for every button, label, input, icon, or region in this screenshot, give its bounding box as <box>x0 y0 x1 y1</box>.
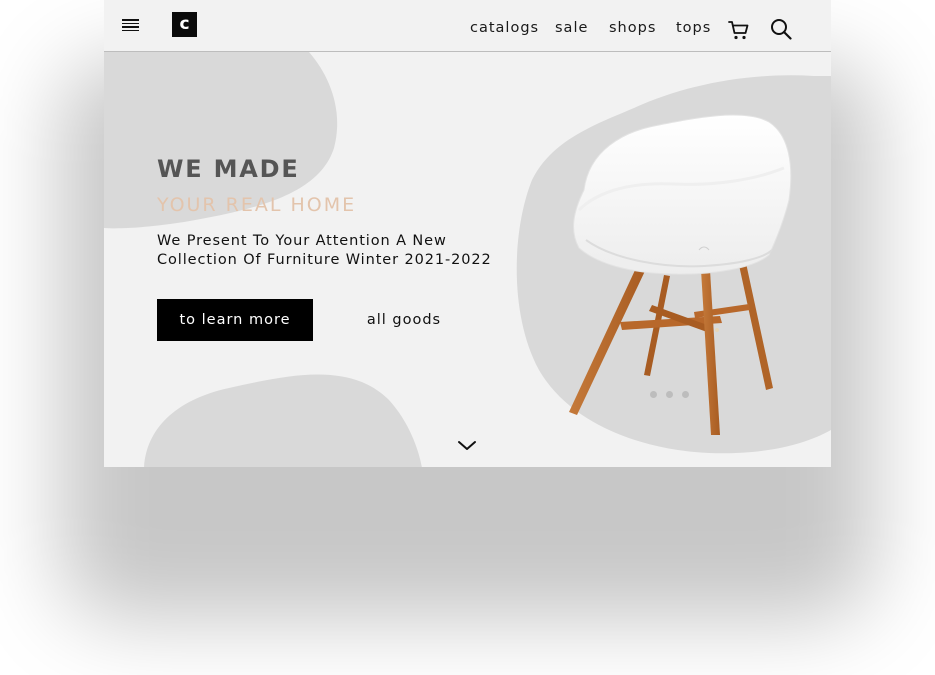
slider-dot-1[interactable] <box>650 391 657 398</box>
nav-link-sale[interactable]: sale <box>555 19 588 37</box>
all-goods-button[interactable]: all goods <box>334 299 474 341</box>
blob-bottom-left <box>144 374 422 467</box>
search-icon[interactable] <box>770 18 792 40</box>
chevron-down-icon[interactable] <box>457 440 477 452</box>
top-navigation-bar: c catalogs sale shops tops <box>104 0 831 52</box>
hamburger-menu-icon[interactable] <box>122 19 139 31</box>
slider-pagination <box>650 391 689 398</box>
slider-dot-3[interactable] <box>682 391 689 398</box>
slider-dot-2[interactable] <box>666 391 673 398</box>
hero-subtitle: YOUR REAL HOME <box>157 194 357 216</box>
hero-title: WE MADE <box>157 155 300 183</box>
website-frame: c catalogs sale shops tops WE MADE YOUR … <box>104 0 831 467</box>
cart-icon[interactable] <box>728 19 750 41</box>
nav-link-tops[interactable]: tops <box>676 19 711 37</box>
nav-link-shops[interactable]: shops <box>609 19 656 37</box>
brand-logo[interactable]: c <box>172 12 197 37</box>
learn-more-button[interactable]: to learn more <box>157 299 313 341</box>
hero-description: We Present To Your Attention A New Colle… <box>157 233 492 268</box>
nav-link-catalogs[interactable]: catalogs <box>470 19 539 37</box>
